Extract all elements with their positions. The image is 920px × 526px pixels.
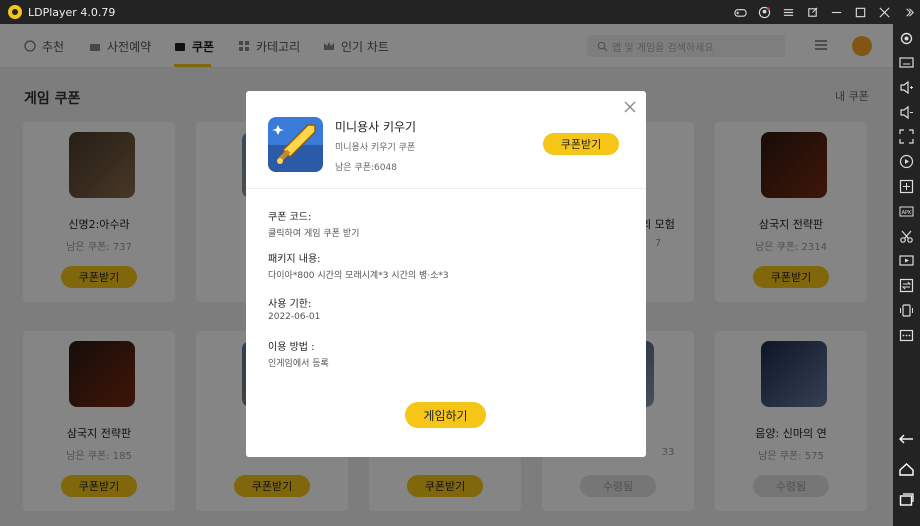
game-name: 미니용사 키우기 [335,120,417,134]
expiry-value: 2022-06-01 [268,312,321,322]
gamepad-icon[interactable] [728,0,752,24]
close-dialog-icon[interactable] [624,101,636,113]
emulator-toolbar: APK [893,24,920,526]
restore-window-icon[interactable] [800,0,824,24]
scissors-icon[interactable] [899,229,914,244]
volume-down-icon[interactable] [899,105,914,120]
video-icon[interactable] [899,253,914,268]
close-icon[interactable] [872,0,896,24]
coupon-code-value[interactable]: 클릭하여 게임 쿠폰 받기 [268,226,359,239]
how-to-use-label: 이용 방법 : [268,342,315,353]
svg-text:APK: APK [902,210,912,216]
package-contents-label: 패키지 내용: [268,254,321,265]
apk-install-icon[interactable]: APK [899,204,914,219]
expiry-label: 사용 기한: [268,299,312,310]
claim-coupon-button[interactable]: 쿠폰받기 [543,133,619,155]
settings-icon[interactable] [899,31,914,46]
back-icon[interactable] [899,432,914,447]
title-bar: LDPlayer 4.0.79 [0,0,920,24]
home-icon[interactable] [899,462,914,477]
collapse-sidebar-icon[interactable] [896,0,920,24]
play-game-button[interactable]: 게임하기 [405,402,486,428]
coupon-detail-dialog: 미니용사 키우기 미니용사 키우기 쿠폰 남은 쿠폰:6048 쿠폰받기 쿠폰 … [246,91,646,457]
shake-icon[interactable] [899,303,914,318]
minimize-icon[interactable] [824,0,848,24]
maximize-icon[interactable] [848,0,872,24]
volume-up-icon[interactable] [899,80,914,95]
recent-apps-icon[interactable] [899,492,914,507]
menu-icon[interactable] [776,0,800,24]
how-to-use-value: 인게임에서 등록 [268,359,329,369]
ldplayer-logo-icon [8,5,22,19]
coupon-code-label: 쿠폰 코드: [268,212,312,223]
more-icon[interactable] [899,328,914,343]
add-app-icon[interactable] [899,179,914,194]
fullscreen-icon[interactable] [899,129,914,144]
window-title: LDPlayer 4.0.79 [28,5,116,19]
game-icon [268,117,323,172]
coupon-title: 미니용사 키우기 쿠폰 [335,143,416,153]
package-contents-value: 다이아*800 시간의 모래시계*3 시간의 병·소*3 [268,271,449,281]
divider [246,188,646,189]
record-icon[interactable] [899,154,914,169]
sync-icon[interactable] [899,278,914,293]
keyboard-icon[interactable] [899,55,914,70]
account-icon[interactable] [752,0,776,24]
remaining-coupons: 남은 쿠폰:6048 [335,163,397,173]
